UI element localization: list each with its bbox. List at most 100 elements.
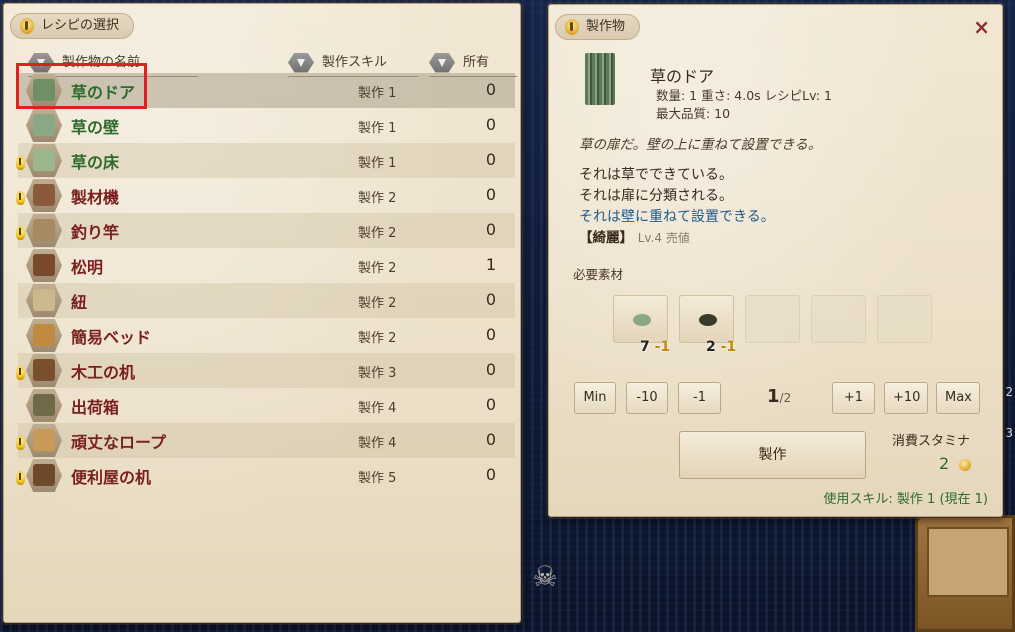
close-button[interactable]: × bbox=[973, 17, 990, 37]
product-traits: それは草でできている。 それは扉に分類される。 それは壁に重ねて設置できる。 【… bbox=[579, 165, 775, 249]
recipe-owned-count: 0 bbox=[485, 360, 496, 379]
column-header-owned-label: 所有 bbox=[463, 55, 490, 70]
recipe-panel-title: レシピの選択 bbox=[41, 18, 120, 33]
recipe-item-picture bbox=[33, 114, 55, 136]
recipe-owned-count: 0 bbox=[485, 430, 496, 449]
recipe-row[interactable]: 簡易ベッド 製作 2 0 bbox=[18, 318, 515, 353]
recipe-item-icon bbox=[26, 354, 62, 387]
recipe-name: 製材機 bbox=[71, 188, 120, 207]
material-slot[interactable]: 2 -1 bbox=[679, 295, 736, 355]
required-materials-label: 必要素材 bbox=[573, 267, 624, 282]
column-header-owned[interactable]: 所有 bbox=[429, 51, 517, 77]
recipe-item-icon bbox=[26, 249, 62, 282]
column-header-name[interactable]: 製作物の名前 bbox=[28, 51, 198, 77]
quality-value: Lv.4 売値 bbox=[637, 231, 690, 245]
log-material-icon bbox=[699, 314, 717, 326]
recipe-skill: 製作 4 bbox=[358, 436, 397, 451]
recipe-owned-count: 0 bbox=[485, 185, 496, 204]
product-stats: 数量: 1 重さ: 4.0s レシピLv: 1 最大品質: 10 bbox=[656, 87, 832, 123]
recipe-row[interactable]: 草の壁 製作 1 0 bbox=[18, 108, 515, 143]
recipe-selection-panel: レシピの選択 製作物の名前 製作スキル 所有 草のドア 製作 1 0 草の壁 製作 10… bbox=[3, 3, 521, 623]
new-recipe-bulb-icon bbox=[16, 226, 25, 240]
empty-material-slot bbox=[877, 295, 932, 343]
recipe-item-icon bbox=[26, 459, 62, 492]
recipe-name: 松明 bbox=[71, 258, 104, 277]
recipe-item-picture bbox=[33, 394, 55, 416]
skill-used-text: 使用スキル: 製作 1 (現在 1) bbox=[823, 492, 988, 507]
new-recipe-bulb-icon bbox=[16, 471, 25, 485]
recipe-item-picture bbox=[33, 429, 55, 451]
minus-10-button[interactable]: -10 bbox=[626, 382, 668, 414]
recipe-owned-count: 0 bbox=[485, 80, 496, 99]
stamina-cost-label: 消費スタミナ bbox=[892, 434, 971, 449]
sort-icon[interactable] bbox=[288, 52, 314, 73]
recipe-skill: 製作 1 bbox=[358, 121, 397, 136]
recipe-owned-count: 0 bbox=[485, 220, 496, 239]
stamina-cost-value: 2 bbox=[939, 454, 950, 473]
sort-icon[interactable] bbox=[429, 52, 455, 73]
trait-material: それは草でできている。 bbox=[579, 167, 733, 183]
material-have: 2 bbox=[706, 339, 716, 355]
recipe-row[interactable]: 製材機 製作 2 0 bbox=[16, 178, 515, 213]
recipe-item-picture bbox=[33, 359, 55, 381]
recipe-name: 簡易ベッド bbox=[71, 328, 152, 347]
trait-category: それは扉に分類される。 bbox=[579, 188, 733, 204]
craft-button[interactable]: 製作 bbox=[679, 431, 866, 479]
recipe-item-picture bbox=[33, 324, 55, 346]
trait-placement: それは壁に重ねて設置できる。 bbox=[579, 209, 775, 225]
recipe-row[interactable]: 釣り竿 製作 2 0 bbox=[16, 213, 515, 248]
product-panel-title: 製作物 bbox=[586, 19, 626, 34]
recipe-owned-count: 1 bbox=[485, 255, 496, 274]
product-name: 草のドア bbox=[650, 67, 715, 86]
recipe-row[interactable]: 出荷箱 製作 4 0 bbox=[18, 388, 515, 423]
recipe-skill: 製作 2 bbox=[358, 331, 397, 346]
plus-1-button[interactable]: +1 bbox=[832, 382, 875, 414]
recipe-item-icon bbox=[26, 109, 62, 142]
recipe-item-icon bbox=[26, 214, 62, 247]
sort-icon[interactable] bbox=[28, 52, 54, 73]
recipe-name: 木工の机 bbox=[71, 363, 136, 382]
recipe-item-picture bbox=[33, 149, 55, 171]
quantity-counter: 1/2 bbox=[767, 386, 791, 407]
recipe-owned-count: 0 bbox=[485, 325, 496, 344]
recipe-name: 釣り竿 bbox=[71, 223, 120, 242]
recipe-name: 草のドア bbox=[71, 83, 136, 102]
material-quantity: 2 -1 bbox=[706, 339, 736, 355]
recipe-row[interactable]: 木工の机 製作 3 0 bbox=[16, 353, 515, 388]
max-button[interactable]: Max bbox=[936, 382, 980, 414]
new-recipe-bulb-icon bbox=[16, 366, 25, 380]
recipe-row[interactable]: 松明 製作 2 1 bbox=[18, 248, 515, 283]
recipe-name: 草の床 bbox=[71, 153, 120, 172]
recipe-item-picture bbox=[33, 289, 55, 311]
recipe-skill: 製作 2 bbox=[358, 296, 397, 311]
new-recipe-bulb-icon bbox=[16, 191, 25, 205]
material-consume: -1 bbox=[654, 339, 671, 355]
recipe-row[interactable]: 草の床 製作 1 0 bbox=[16, 143, 515, 178]
material-slot[interactable]: 7 -1 bbox=[613, 295, 670, 355]
recipe-skill: 製作 5 bbox=[358, 471, 397, 486]
recipe-item-icon bbox=[26, 144, 62, 177]
recipe-row[interactable]: 草のドア 製作 1 0 bbox=[18, 73, 515, 108]
material-have: 7 bbox=[640, 339, 650, 355]
recipe-item-icon bbox=[26, 74, 62, 107]
recipe-item-picture bbox=[33, 254, 55, 276]
minus-1-button[interactable]: -1 bbox=[678, 382, 721, 414]
quality-line: 【綺麗】 Lv.4 売値 bbox=[579, 228, 775, 249]
recipe-owned-count: 0 bbox=[485, 150, 496, 169]
recipe-skill: 製作 2 bbox=[358, 226, 397, 241]
lightbulb-icon bbox=[565, 19, 579, 35]
column-header-skill[interactable]: 製作スキル bbox=[288, 51, 418, 77]
min-button[interactable]: Min bbox=[574, 382, 616, 414]
product-description: 草の扉だ。壁の上に重ねて設置できる。 bbox=[579, 137, 822, 153]
recipe-row[interactable]: 便利屋の机 製作 5 0 bbox=[16, 458, 515, 493]
recipe-item-icon bbox=[26, 179, 62, 212]
edge-number: 3 bbox=[1005, 426, 1013, 440]
recipe-skill: 製作 4 bbox=[358, 401, 397, 416]
plus-10-button[interactable]: +10 bbox=[884, 382, 928, 414]
recipe-row[interactable]: 紐 製作 2 0 bbox=[18, 283, 515, 318]
recipe-owned-count: 0 bbox=[485, 115, 496, 134]
recipe-row[interactable]: 頑丈なロープ 製作 4 0 bbox=[16, 423, 515, 458]
recipe-item-picture bbox=[33, 79, 55, 101]
grass-door-icon bbox=[585, 53, 615, 105]
quantity-total: /2 bbox=[779, 391, 792, 405]
